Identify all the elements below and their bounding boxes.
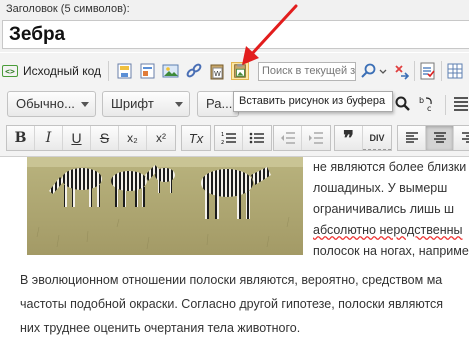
save-page-icon[interactable] — [116, 62, 134, 80]
text-line: лошадиных. У вымерш — [313, 181, 448, 195]
toolbar-separator — [108, 61, 109, 81]
format-select[interactable]: Обычно... — [7, 91, 96, 117]
paste-text-icon[interactable]: W — [208, 62, 226, 80]
table-icon[interactable] — [446, 62, 464, 80]
title-label: Заголовок (5 символов): — [6, 3, 130, 15]
svg-text:b: b — [419, 96, 424, 105]
paragraph: В эволюционном отношении полоски являютс… — [20, 268, 469, 340]
outdent-icon — [280, 132, 295, 144]
search-icon[interactable] — [360, 62, 378, 80]
bulleted-list-button[interactable] — [243, 126, 271, 150]
strikethrough-button[interactable]: S — [91, 126, 119, 150]
replace-icon[interactable] — [393, 62, 411, 80]
svg-text:c: c — [427, 104, 431, 113]
source-code-label: Исходный код — [23, 64, 101, 78]
paste-image-tooltip: Вставить рисунок из буфера — [233, 91, 393, 112]
toolbar-separator — [441, 61, 442, 81]
text-line: полосок на ногах, наприме — [313, 244, 469, 258]
block-group: ❞ DIV — [334, 125, 392, 151]
text-line: абсолютно неродственны — [313, 223, 463, 237]
bold-button[interactable]: B — [7, 126, 35, 150]
red-arrow-annotation — [242, 4, 298, 65]
text-line: частоты подобной окраски. Согласно друго… — [20, 297, 444, 311]
toolbar-separator — [445, 95, 446, 115]
source-code-icon: <> — [2, 65, 18, 77]
subscript-button[interactable]: x₂ — [119, 126, 147, 150]
italic-button[interactable]: I — [35, 126, 63, 150]
align-right-button[interactable] — [454, 126, 469, 150]
source-code-button[interactable]: <> Исходный код — [2, 61, 101, 81]
div-container-button[interactable]: DIV — [363, 126, 391, 150]
chevron-down-icon — [81, 102, 89, 107]
align-group — [397, 125, 469, 151]
remove-format-button[interactable]: Tx — [182, 126, 210, 150]
numbered-list-icon: 12 — [221, 132, 236, 145]
indent-group — [273, 125, 331, 151]
text-style-group: B I U S x₂ x² — [6, 125, 176, 151]
indent-icon — [309, 132, 323, 144]
text-line: ограничивались лишь ш — [313, 202, 455, 216]
format-select-value: Обычно... — [16, 96, 75, 111]
find-replace-icon[interactable]: b c — [418, 95, 436, 113]
font-select-value: Шрифт — [111, 96, 154, 111]
text-line: них труднее оценить очертания тела живот… — [20, 321, 301, 335]
svg-text:2: 2 — [221, 140, 224, 145]
font-select[interactable]: Шрифт — [102, 91, 190, 117]
align-right-icon — [462, 132, 469, 143]
align-left-icon — [405, 132, 418, 143]
image-icon[interactable] — [162, 62, 180, 80]
side-text: не являются более близки лошадиных. У вы… — [313, 157, 469, 262]
zebra-photo — [27, 157, 303, 255]
superscript-button[interactable]: x² — [147, 126, 175, 150]
underline-button[interactable]: U — [63, 126, 91, 150]
list-group: 12 — [214, 125, 272, 151]
text-line: В эволюционном отношении полоски являютс… — [20, 273, 443, 287]
font-size-select-value: Ра... — [206, 96, 233, 111]
text-line: не являются более близки — [313, 160, 467, 174]
numbered-list-button[interactable]: 12 — [215, 126, 243, 150]
spellcheck-icon[interactable] — [419, 62, 437, 80]
chevron-down-icon — [175, 102, 183, 107]
svg-text:1: 1 — [221, 132, 224, 138]
editor-content[interactable]: не являются более близки лошадиных. У вы… — [0, 157, 469, 340]
bulleted-list-icon — [249, 132, 264, 144]
align-center-icon — [433, 132, 446, 143]
toolbar-row-3: B I U S x₂ x² Tx 12 ❞ DIV — [0, 123, 469, 153]
blockquote-button[interactable]: ❞ — [335, 126, 363, 150]
align-center-button[interactable] — [426, 126, 454, 150]
find-icon[interactable] — [394, 95, 412, 113]
toolbar-separator — [414, 61, 415, 81]
indent-button[interactable] — [302, 126, 330, 150]
svg-text:W: W — [214, 70, 221, 78]
link-icon[interactable] — [185, 62, 203, 80]
outdent-button[interactable] — [274, 126, 302, 150]
chevron-down-icon[interactable] — [378, 62, 388, 80]
show-blocks-icon[interactable] — [452, 95, 469, 113]
align-left-button[interactable] — [398, 126, 426, 150]
template-icon[interactable] — [139, 62, 157, 80]
clear-format-group: Tx — [181, 125, 211, 151]
